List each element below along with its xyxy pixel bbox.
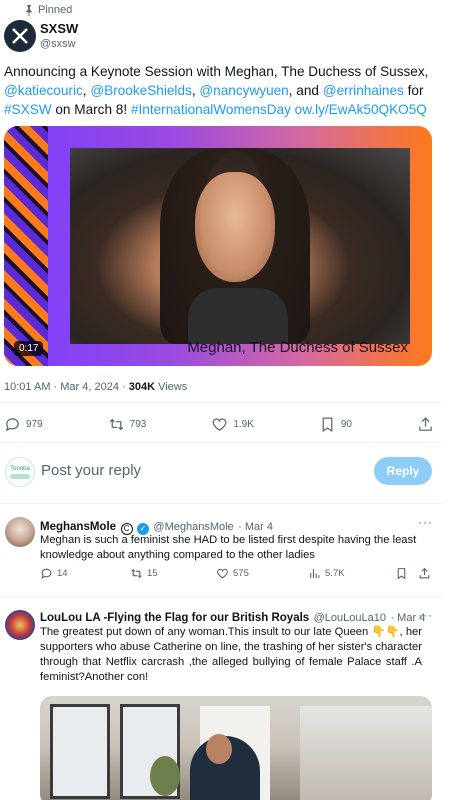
comment-media-image[interactable] bbox=[40, 696, 432, 800]
repost-count: 793 bbox=[129, 419, 147, 430]
comment-like-count: 575 bbox=[233, 567, 249, 579]
portrait-face bbox=[195, 172, 275, 282]
pinned-indicator: Pinned bbox=[24, 4, 72, 16]
comment-handle[interactable]: @MeghansMole bbox=[153, 521, 233, 533]
image-window bbox=[50, 704, 110, 799]
mention-link[interactable]: @nancywyuen bbox=[199, 83, 288, 98]
tweet-timestamp[interactable]: 10:01 AM · Mar 4, 2024 · bbox=[4, 381, 129, 393]
tweet-text: Announcing a Keynote Session with Meghan… bbox=[4, 64, 429, 117]
reply-count: 979 bbox=[26, 419, 43, 430]
author-handle[interactable]: @sxsw bbox=[40, 38, 76, 50]
current-user-avatar[interactable]: Tonoba bbox=[5, 457, 35, 487]
comment-author-name[interactable]: LouLou LA -Flying the Flag for our Briti… bbox=[40, 612, 309, 624]
image-plant bbox=[150, 756, 180, 796]
more-options-icon[interactable]: ··· bbox=[418, 608, 433, 622]
bookmark-icon bbox=[322, 417, 333, 433]
bookmark-count: 90 bbox=[340, 419, 352, 430]
comment-handle[interactable]: @LouLouLa10 bbox=[314, 612, 386, 624]
comment-avatar[interactable] bbox=[5, 517, 35, 547]
author-avatar[interactable] bbox=[4, 20, 36, 52]
hashtag-link[interactable]: #InternationalWomensDay bbox=[131, 102, 291, 117]
tweet-actions: 979 793 1.9K 90 bbox=[4, 416, 434, 433]
video-frame bbox=[70, 148, 410, 344]
comment-view-count: 5.7K bbox=[325, 567, 345, 579]
comment-reply-action[interactable]: 14 bbox=[40, 567, 68, 580]
avatar-bar bbox=[10, 473, 30, 479]
divider bbox=[0, 596, 444, 597]
bookmark-icon bbox=[397, 567, 406, 579]
mention-link[interactable]: @katiecouric bbox=[4, 83, 83, 98]
reply-input[interactable]: Post your reply bbox=[41, 462, 141, 479]
sxsw-logo-icon bbox=[12, 28, 28, 44]
comment-text: Meghan is such a feminist she HAD to be … bbox=[40, 534, 417, 561]
divider bbox=[0, 442, 444, 443]
like-action[interactable]: 1.9K bbox=[211, 416, 254, 433]
repost-icon bbox=[109, 418, 123, 431]
tweet-meta: 10:01 AM · Mar 4, 2024 · 304K Views bbox=[4, 381, 187, 393]
image-person-head bbox=[206, 734, 232, 764]
reply-action[interactable]: 979 bbox=[4, 416, 43, 433]
comment-like-action[interactable]: 575 bbox=[216, 567, 249, 580]
media-pattern bbox=[4, 126, 48, 366]
views-chart-icon bbox=[310, 568, 320, 578]
comment-reply-count: 14 bbox=[57, 567, 68, 579]
heart-icon bbox=[217, 568, 228, 578]
divider bbox=[0, 503, 444, 504]
heart-icon bbox=[212, 418, 227, 431]
divider bbox=[0, 402, 444, 403]
more-options-icon[interactable]: ··· bbox=[418, 515, 433, 529]
comment-bookmark-action[interactable] bbox=[395, 567, 408, 580]
image-room bbox=[300, 706, 432, 800]
share-icon bbox=[419, 417, 432, 431]
comment-repost-count: 15 bbox=[147, 567, 158, 579]
tweet-text-intro: Announcing a Keynote Session with Meghan… bbox=[4, 64, 429, 79]
hashtag-link[interactable]: #SXSW bbox=[4, 102, 52, 117]
comment-avatar[interactable] bbox=[5, 610, 35, 640]
media-caption: Meghan, The Duchess of Sussex bbox=[187, 339, 408, 356]
views-count: 304K bbox=[128, 381, 156, 393]
reply-icon bbox=[41, 568, 52, 579]
video-duration: 0:17 bbox=[14, 341, 44, 356]
share-icon bbox=[419, 567, 430, 578]
reply-button[interactable]: Reply bbox=[374, 457, 432, 485]
views-label: Views bbox=[155, 381, 188, 393]
pinned-label: Pinned bbox=[38, 4, 73, 16]
mention-link[interactable]: @BrookeShields bbox=[90, 83, 191, 98]
mention-link[interactable]: @errinhaines bbox=[323, 83, 404, 98]
text-for: for bbox=[403, 83, 424, 98]
bookmark-action[interactable]: 90 bbox=[319, 416, 352, 433]
avatar-text: Tonoba bbox=[10, 465, 30, 472]
comment-views-action[interactable]: 5.7K bbox=[308, 567, 345, 580]
comment-header: LouLou LA -Flying the Flag for our Briti… bbox=[40, 608, 425, 626]
comment-author-name[interactable]: MeghansMole bbox=[40, 521, 116, 533]
short-link[interactable]: ow.ly/EwAk50QKO5Q bbox=[295, 102, 427, 117]
comment-repost-action[interactable]: 15 bbox=[130, 567, 158, 580]
text-date: on March 8! bbox=[51, 102, 131, 117]
repost-action[interactable]: 793 bbox=[108, 416, 147, 433]
video-media[interactable]: Meghan, The Duchess of Sussex 0:17 bbox=[4, 126, 432, 366]
pin-icon bbox=[26, 4, 32, 16]
portrait-turtleneck bbox=[188, 288, 288, 344]
comment-share-action[interactable] bbox=[418, 567, 431, 580]
like-count: 1.9K bbox=[233, 419, 254, 430]
comment-text: The greatest put down of any woman.This … bbox=[40, 626, 422, 683]
share-action[interactable] bbox=[417, 416, 434, 433]
author-name[interactable]: SXSW bbox=[40, 21, 78, 36]
text-and: , and bbox=[288, 83, 323, 98]
repost-icon bbox=[131, 568, 142, 578]
reply-icon bbox=[5, 418, 19, 432]
comment-date[interactable]: · Mar 4 bbox=[238, 521, 273, 533]
